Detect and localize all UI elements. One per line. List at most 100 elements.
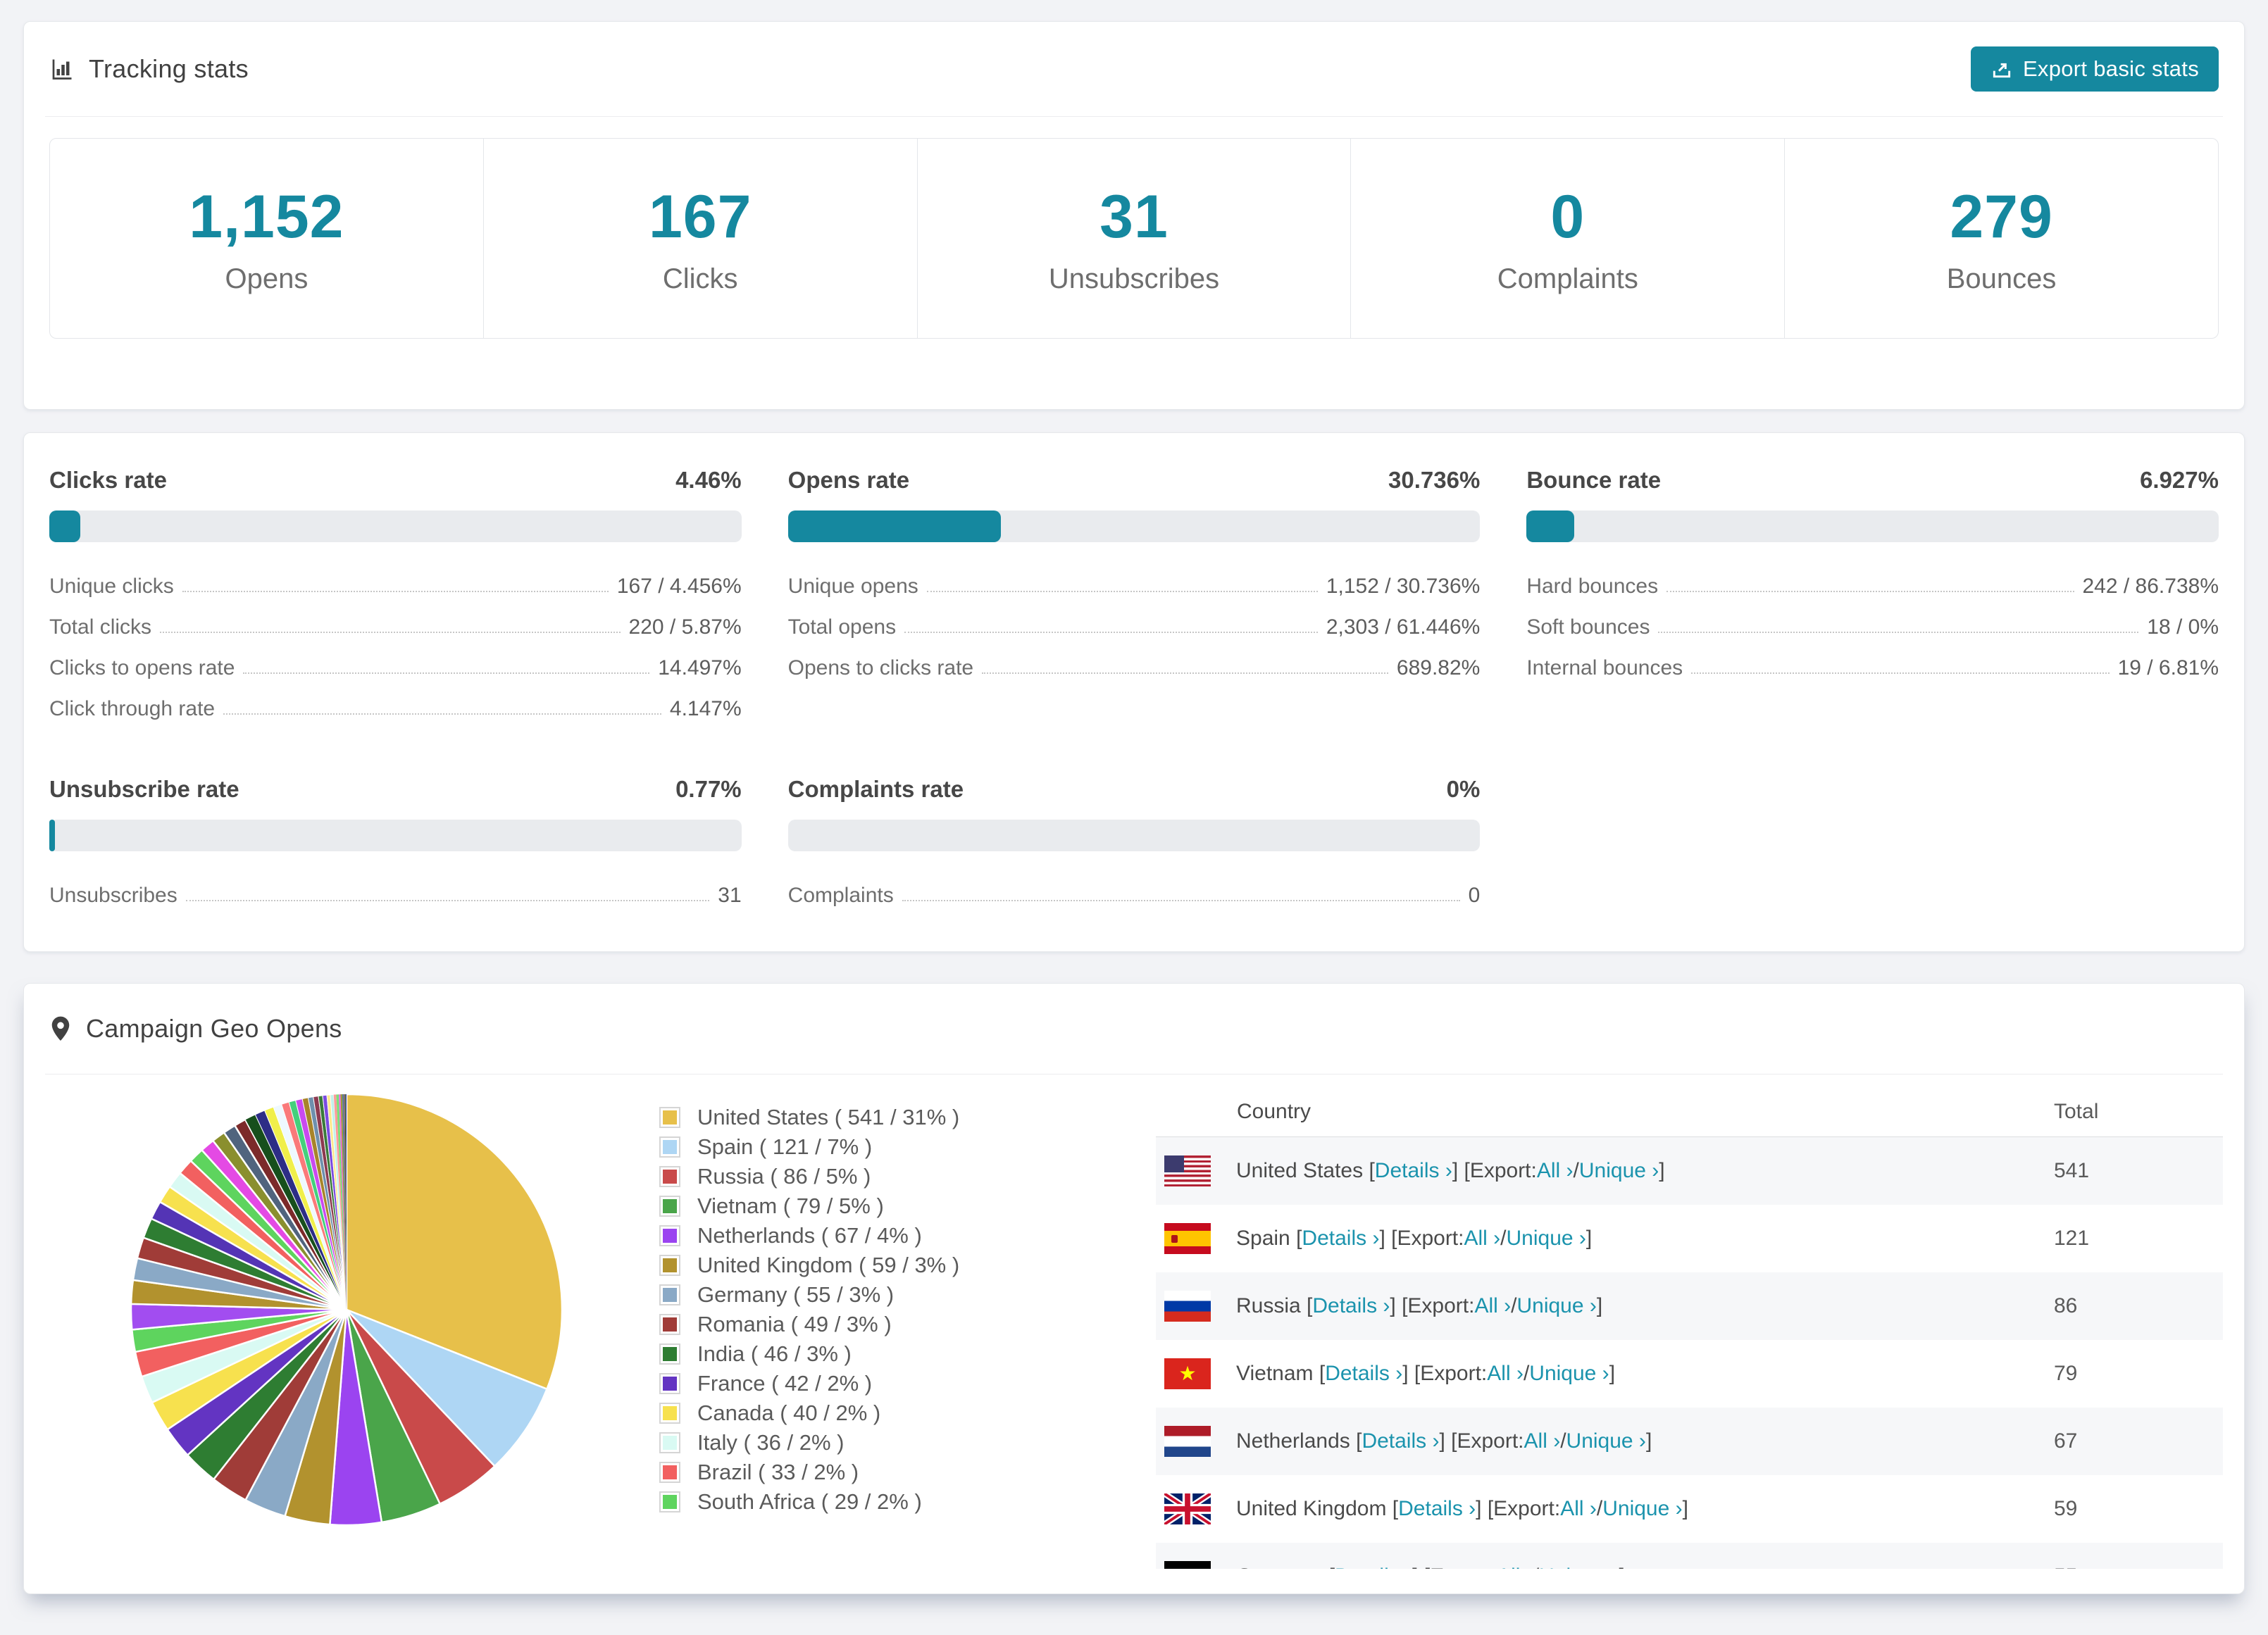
rate-block-header: Opens rate 30.736% (788, 467, 1481, 494)
export-unique-link[interactable]: Unique › (1566, 1429, 1646, 1453)
export-unique-link[interactable]: Unique › (1507, 1227, 1586, 1251)
legend-item: Russia ( 86 / 5% ) (659, 1162, 1026, 1191)
flag-gb-icon (1164, 1493, 1211, 1524)
stat-cell-complaints: 0 Complaints (1351, 139, 1786, 338)
legend-swatch (659, 1491, 680, 1512)
legend-label: Russia ( 86 / 5% ) (697, 1164, 871, 1189)
dotted-leader (902, 900, 1460, 901)
legend-item: India ( 46 / 3% ) (659, 1339, 1026, 1369)
details-link[interactable]: Details › (1302, 1227, 1379, 1251)
details-link[interactable]: Details › (1375, 1159, 1452, 1183)
flag-vn-icon: ★ (1164, 1358, 1211, 1389)
rate-progress-fill (49, 510, 80, 542)
rate-rows: Hard bounces 242 / 86.738% Soft bounces 18 … (1526, 558, 2219, 680)
country-name: Russia (1236, 1294, 1301, 1317)
stat-cell-opens: 1,152 Opens (50, 139, 484, 338)
legend-swatch (659, 1462, 680, 1483)
export-all-link[interactable]: All › (1464, 1227, 1500, 1251)
stat-value: 279 (1950, 182, 2053, 251)
legend-swatch (659, 1166, 680, 1187)
rate-block-opens-rate: Opens rate 30.736% Unique opens 1,152 / 30.… (787, 467, 1481, 721)
export-unique-link[interactable]: Unique › (1516, 1294, 1596, 1318)
dotted-leader (243, 672, 650, 674)
legend-item: United States ( 541 / 31% ) (659, 1103, 1026, 1132)
export-unique-link[interactable]: Unique › (1602, 1497, 1682, 1521)
rate-row-label: Opens to clicks rate (787, 656, 974, 679)
rate-row-value: 220 / 5.87% (628, 615, 742, 639)
export-all-link[interactable]: All › (1537, 1159, 1574, 1183)
legend-item: Romania ( 49 / 3% ) (659, 1310, 1026, 1339)
legend-label: United Kingdom ( 59 / 3% ) (697, 1253, 960, 1277)
rate-block-value: 6.927% (2140, 467, 2219, 493)
export-basic-stats-button[interactable]: Export basic stats (1970, 46, 2219, 92)
stat-cell-bounces: 279 Bounces (1785, 139, 2218, 338)
rate-row-value: 2,303 / 61.446% (1326, 615, 1481, 639)
rate-row: Clicks to opens rate 14.497% (49, 639, 742, 680)
export-all-link[interactable]: All › (1497, 1565, 1533, 1569)
rate-row-label: Unique opens (787, 575, 918, 598)
export-all-link[interactable]: All › (1474, 1294, 1511, 1318)
rate-row-label: Click through rate (49, 697, 216, 720)
country-cell: Spain [Details ›] [Export: All › / Uniqu… (1156, 1223, 2054, 1254)
rate-block-title: Unsubscribe rate (49, 776, 239, 802)
dotted-leader (1691, 672, 2110, 674)
export-all-link[interactable]: All › (1524, 1429, 1561, 1453)
dotted-leader (160, 632, 621, 633)
stat-value: 1,152 (189, 182, 344, 251)
rate-progress-bar (1526, 510, 2219, 542)
details-link[interactable]: Details › (1325, 1362, 1402, 1386)
export-icon (1993, 63, 2011, 78)
rate-row: Internal bounces 19 / 6.81% (1526, 639, 2219, 680)
rate-block-header: Unsubscribe rate 0.77% (49, 776, 742, 803)
details-link[interactable]: Details › (1398, 1497, 1476, 1521)
rate-row-label: Hard bounces (1526, 575, 1659, 598)
details-link[interactable]: Details › (1312, 1294, 1390, 1318)
rate-row: Hard bounces 242 / 86.738% (1526, 558, 2219, 599)
legend-label: Brazil ( 33 / 2% ) (697, 1460, 859, 1484)
rate-block-value: 0% (1446, 776, 1481, 802)
export-unique-link[interactable]: Unique › (1529, 1362, 1609, 1386)
country-cell: Germany [Details ›] [Export: All › / Uni… (1156, 1561, 2054, 1569)
stat-label: Complaints (1497, 263, 1638, 294)
export-all-link[interactable]: All › (1560, 1497, 1597, 1521)
rate-row-value: 18 / 0% (2147, 615, 2219, 639)
rate-row: Complaints 0 (788, 867, 1481, 908)
rate-row-value: 0 (1468, 884, 1481, 907)
geo-body: United States ( 541 / 31% ) Spain ( 121 /… (24, 1075, 2244, 1569)
details-link[interactable]: Details › (1335, 1565, 1412, 1569)
stat-value: 167 (648, 182, 752, 251)
legend-swatch (659, 1314, 680, 1335)
rate-row: Soft bounces 18 / 0% (1526, 599, 2219, 639)
stat-cell-clicks: 167 Clicks (484, 139, 918, 338)
rate-row: Unique opens 1,152 / 30.736% (788, 558, 1481, 599)
row-total: 59 (2054, 1497, 2078, 1520)
rate-rows: Complaints 0 (788, 867, 1481, 908)
dashboard-page: { "page": {"background":"#f2f3f6","accen… (0, 21, 2268, 1635)
country-cell: United Kingdom [Details ›] [Export: All … (1156, 1493, 2054, 1524)
rate-row-label: Unsubscribes (49, 884, 177, 907)
legend-label: France ( 42 / 2% ) (697, 1371, 873, 1396)
legend-item: France ( 42 / 2% ) (659, 1369, 1026, 1398)
country-cell: Russia [Details ›] [Export: All › / Uniq… (1156, 1291, 2054, 1322)
rate-row-value: 167 / 4.456% (616, 575, 742, 598)
rate-block-header: Complaints rate 0% (788, 776, 1481, 803)
table-row: Russia [Details ›] [Export: All › / Uniq… (1156, 1272, 2223, 1340)
rate-row-label: Total opens (787, 615, 897, 639)
details-link[interactable]: Details › (1362, 1429, 1439, 1453)
legend-item: Spain ( 121 / 7% ) (659, 1132, 1026, 1162)
legend-swatch (659, 1255, 680, 1276)
rate-block-clicks-rate: Clicks rate 4.46% Unique clicks 167 / 4.456… (49, 467, 742, 721)
legend-item: Italy ( 36 / 2% ) (659, 1428, 1026, 1458)
legend-label: United States ( 541 / 31% ) (697, 1105, 960, 1129)
rate-progress-bar (787, 820, 1481, 851)
rate-row-value: 14.497% (658, 656, 742, 679)
export-unique-link[interactable]: Unique › (1579, 1159, 1659, 1183)
geo-table-header: Country Total (1156, 1087, 2223, 1137)
country-name: United States (1236, 1159, 1364, 1182)
table-row: Germany [Details ›] [Export: All › / Uni… (1156, 1543, 2223, 1569)
export-all-link[interactable]: All › (1487, 1362, 1524, 1386)
rate-block-complaints-rate: Complaints rate 0% Complaints 0 (787, 776, 1481, 908)
export-unique-link[interactable]: Unique › (1539, 1565, 1619, 1569)
country-cell: ★ Vietnam [Details ›] [Export: All › / Un… (1156, 1358, 2054, 1389)
table-row: ★ Vietnam [Details ›] [Export: All › / Un… (1156, 1340, 2223, 1408)
